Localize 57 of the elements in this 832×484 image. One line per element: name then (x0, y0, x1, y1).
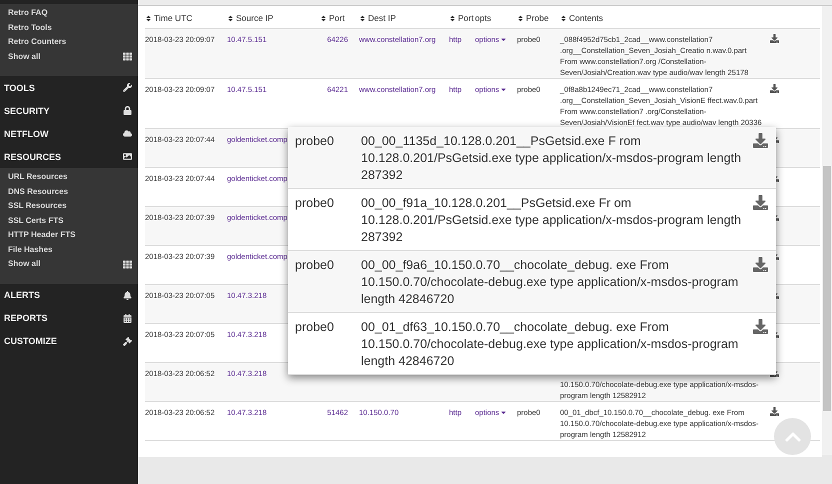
contents-cell-text: 00_00_f91a_10.128.0.201__PsGetsid.exe Fr om 10.128.0.201/PsGetsid.exe type application/x-msdos-program length 287392 (361, 195, 742, 246)
probe-cell-text: probe0 (295, 319, 335, 336)
bell-icon (123, 290, 132, 300)
sidebar-item[interactable]: SSL Certs FTS (0, 214, 138, 228)
contents-cell-text: 00_01_df63_10.150.0.70__chocolate_debug. exe From 10.150.0.70/chocolate-debug.exe type application/x-msdos-program length 42846720 (361, 319, 740, 370)
sidebar-item[interactable]: URL Resources (0, 170, 138, 184)
contents-cell-text: 00_00_f9a6_10.150.0.70__chocolate_debug. exe From 10.150.0.70/chocolate-debug.exe type application/x-msdos-program length 42846720 (361, 257, 740, 308)
sidebar-item[interactable]: Retro Tools (0, 20, 138, 35)
column-header: opts (475, 13, 492, 23)
sidebar-section[interactable]: SECURITY (4, 106, 50, 116)
sidebar-item[interactable]: SSL Resources (0, 199, 138, 214)
sort-icon[interactable] (227, 14, 234, 22)
show-all-link[interactable]: Show all (0, 257, 48, 272)
sort-icon[interactable] (359, 14, 366, 22)
sidebar-item[interactable]: File Hashes (0, 242, 138, 257)
sort-icon[interactable] (517, 14, 524, 22)
sidebar-item[interactable]: Retro Counters (0, 35, 138, 50)
column-header[interactable]: Source IP (236, 13, 274, 23)
calendar-icon (123, 314, 132, 322)
download-icon[interactable] (770, 407, 779, 416)
scrollbar[interactable] (822, 6, 832, 455)
image-icon (123, 152, 132, 161)
sidebar-section[interactable]: NETFLOW (4, 128, 48, 138)
probe-cell-text: probe0 (295, 257, 335, 274)
contents-cell-text: 00_00_1135d_10.128.0.201__PsGetsid.exe F rom 10.128.0.201/PsGetsid.exe type application/x-msdos-program length 287392 (361, 133, 742, 184)
sidebar-section[interactable]: ALERTS (4, 290, 40, 300)
sort-icon[interactable] (320, 14, 327, 22)
cloud-icon (123, 129, 132, 138)
sort-icon[interactable] (560, 14, 567, 22)
wrench-icon (123, 83, 132, 92)
caret-icon (500, 86, 508, 93)
sidebar-section[interactable]: RESOURCES (4, 152, 62, 162)
download-icon[interactable] (770, 84, 779, 93)
sort-icon[interactable] (449, 14, 456, 22)
column-header[interactable]: Time UTC (154, 13, 192, 23)
sort-icon[interactable] (145, 14, 152, 22)
probe-cell-text: probe0 (295, 133, 335, 150)
column-header[interactable]: Port (458, 13, 474, 23)
column-header[interactable]: Probe (526, 13, 549, 23)
lock-icon (123, 106, 132, 115)
column-header[interactable]: Dest IP (368, 13, 396, 23)
sidebar-item[interactable]: DNS Resources (0, 184, 138, 199)
caret-icon (500, 36, 508, 43)
column-header[interactable]: Contents (569, 13, 604, 23)
grid-icon (123, 52, 132, 62)
sidebar-section[interactable]: TOOLS (4, 82, 35, 92)
gavel-icon (123, 336, 132, 346)
sidebar-item[interactable]: Retro FAQ (0, 6, 138, 20)
download-icon[interactable] (770, 34, 779, 43)
probe-cell-text: probe0 (295, 195, 335, 212)
grid-icon (123, 260, 132, 269)
sidebar-section[interactable]: REPORTS (4, 313, 48, 323)
caret-icon (500, 409, 508, 416)
sidebar-section[interactable]: CUSTOMIZE (4, 336, 57, 346)
sidebar-item[interactable]: HTTP Header FTS (0, 228, 138, 242)
show-all-link[interactable]: Show all (0, 50, 48, 64)
column-header[interactable]: Port (329, 13, 345, 23)
